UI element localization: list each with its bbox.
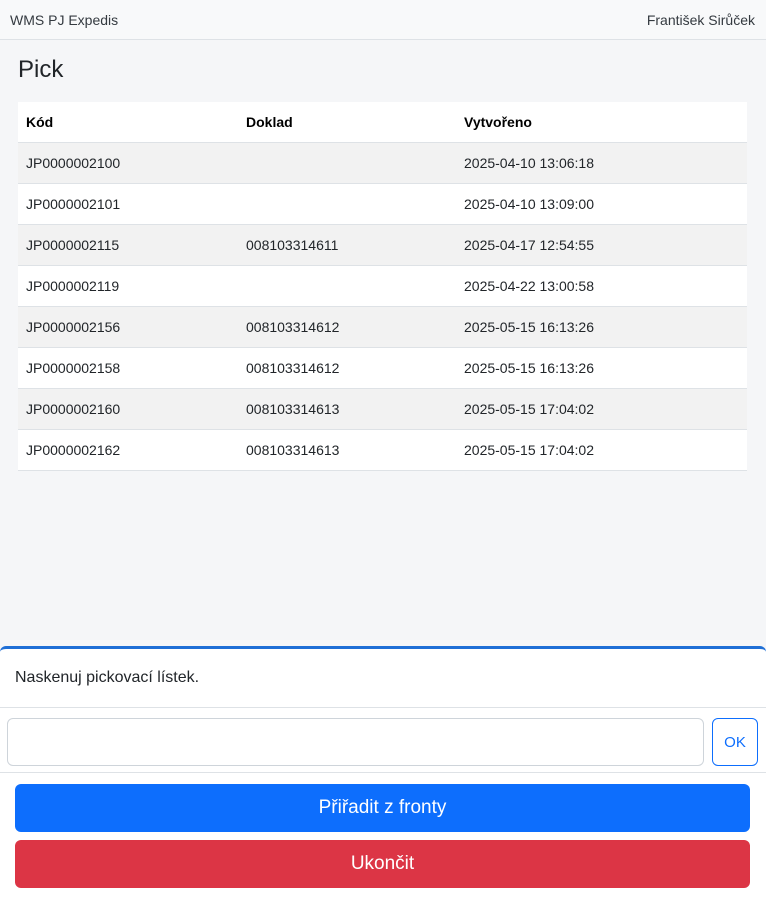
top-navbar: WMS PJ Expedis František Sirůček — [0, 0, 766, 40]
table-row[interactable]: JP0000002160 008103314613 2025-05-15 17:… — [18, 388, 747, 430]
table-row[interactable]: JP0000002115 008103314611 2025-04-17 12:… — [18, 224, 747, 266]
scan-panel: Naskenuj pickovací lístek. OK Přiřadit z… — [0, 646, 766, 900]
cell-vytvoreno: 2025-05-15 17:04:02 — [456, 388, 747, 430]
user-name[interactable]: František Sirůček — [647, 12, 755, 28]
scan-prompt: Naskenuj pickovací lístek. — [0, 649, 766, 708]
assign-from-queue-button[interactable]: Přiřadit z fronty — [15, 784, 750, 832]
scan-input[interactable] — [7, 718, 704, 766]
cell-kod: JP0000002156 — [18, 306, 238, 348]
cell-kod: JP0000002160 — [18, 388, 238, 430]
column-header-kod: Kód — [18, 102, 238, 143]
cell-vytvoreno: 2025-05-15 16:13:26 — [456, 306, 747, 348]
cell-kod: JP0000002158 — [18, 347, 238, 389]
cell-vytvoreno: 2025-04-17 12:54:55 — [456, 224, 747, 266]
ok-button[interactable]: OK — [712, 718, 758, 766]
table-row[interactable]: JP0000002156 008103314612 2025-05-15 16:… — [18, 306, 747, 348]
cell-kod: JP0000002162 — [18, 429, 238, 471]
table-row[interactable]: JP0000002158 008103314612 2025-05-15 16:… — [18, 347, 747, 389]
cell-vytvoreno: 2025-04-22 13:00:58 — [456, 265, 747, 307]
pick-list-table: Kód Doklad Vytvořeno JP0000002100 2025-0… — [18, 102, 747, 471]
cell-doklad: 008103314613 — [238, 429, 456, 471]
table-row[interactable]: JP0000002162 008103314613 2025-05-15 17:… — [18, 429, 747, 471]
cell-doklad — [238, 265, 456, 307]
cell-doklad — [238, 142, 456, 184]
table-row[interactable]: JP0000002119 2025-04-22 13:00:58 — [18, 265, 747, 307]
cell-vytvoreno: 2025-04-10 13:06:18 — [456, 142, 747, 184]
cell-kod: JP0000002115 — [18, 224, 238, 266]
table-header-row: Kód Doklad Vytvořeno — [18, 102, 747, 143]
cell-doklad: 008103314611 — [238, 224, 456, 266]
app-name[interactable]: WMS PJ Expedis — [10, 12, 118, 28]
cell-vytvoreno: 2025-05-15 16:13:26 — [456, 347, 747, 389]
column-header-vytvoreno: Vytvořeno — [456, 102, 747, 143]
column-header-doklad: Doklad — [238, 102, 456, 143]
finish-button[interactable]: Ukončit — [15, 840, 750, 888]
cell-doklad: 008103314612 — [238, 347, 456, 389]
cell-kod: JP0000002119 — [18, 265, 238, 307]
cell-doklad: 008103314612 — [238, 306, 456, 348]
table-row[interactable]: JP0000002101 2025-04-10 13:09:00 — [18, 183, 747, 225]
cell-doklad: 008103314613 — [238, 388, 456, 430]
cell-kod: JP0000002101 — [18, 183, 238, 225]
page-title: Pick — [18, 56, 64, 83]
cell-vytvoreno: 2025-05-15 17:04:02 — [456, 429, 747, 471]
cell-vytvoreno: 2025-04-10 13:09:00 — [456, 183, 747, 225]
table-row[interactable]: JP0000002100 2025-04-10 13:06:18 — [18, 142, 747, 184]
scan-input-row: OK — [0, 708, 766, 773]
cell-doklad — [238, 183, 456, 225]
cell-kod: JP0000002100 — [18, 142, 238, 184]
